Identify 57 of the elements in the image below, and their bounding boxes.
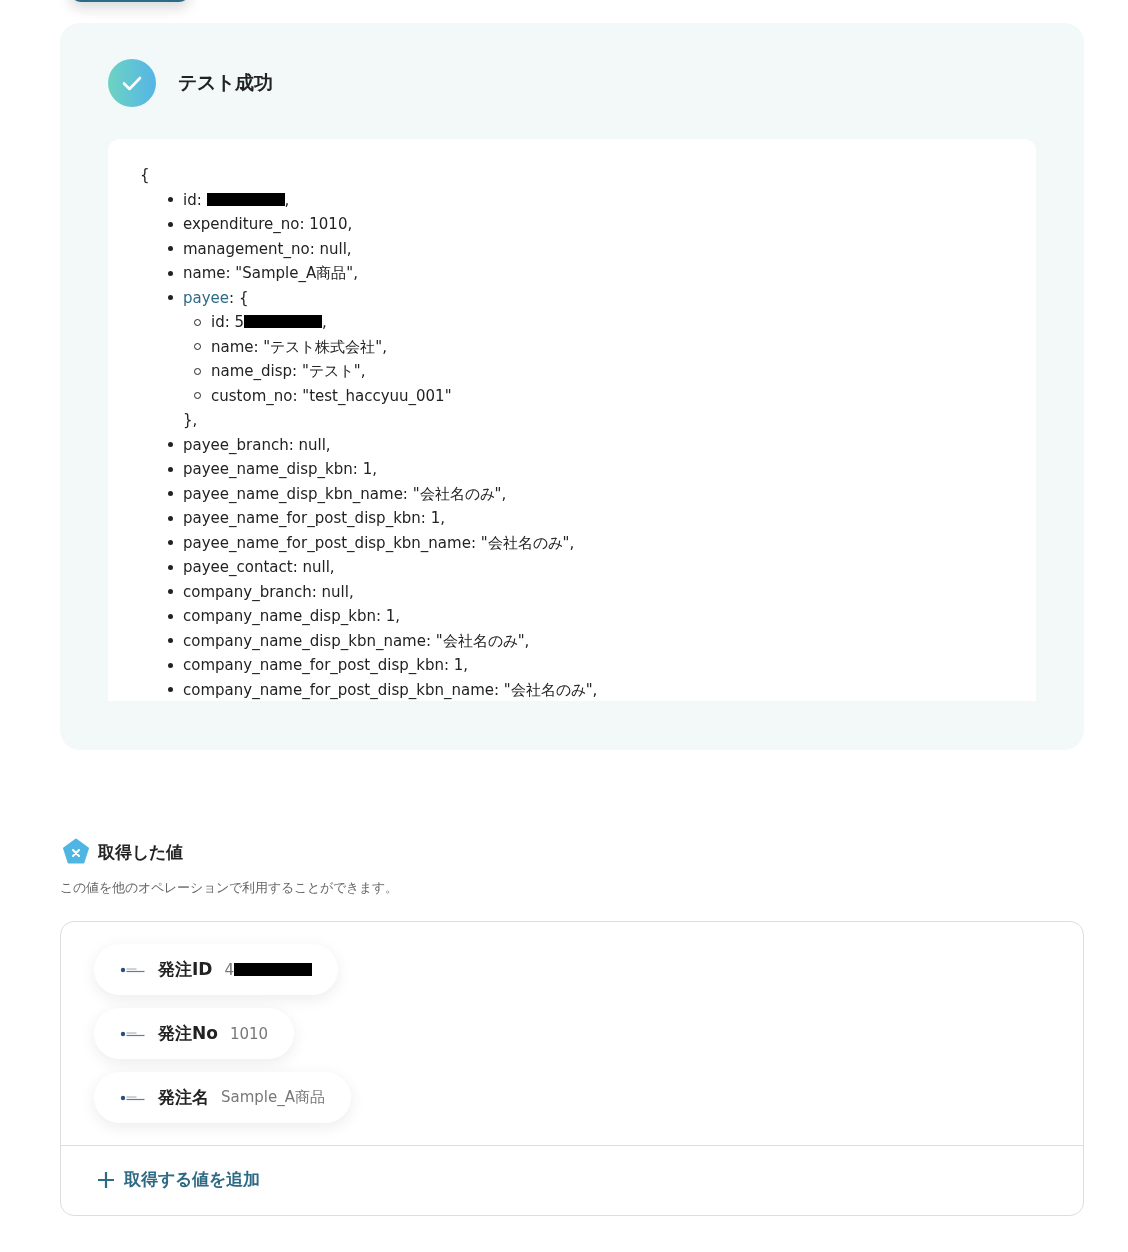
code-line: custom_no: "test_haccyuu_001" xyxy=(211,385,452,407)
value-chip[interactable]: 発注ID 4 xyxy=(94,944,338,995)
bullet-icon xyxy=(168,295,173,301)
bullet-icon xyxy=(168,564,173,570)
code-line: }, xyxy=(182,410,199,431)
bullet-icon xyxy=(168,638,173,644)
code-line: id: , xyxy=(183,189,290,211)
bullet-icon xyxy=(168,613,173,619)
code-line: name: "Sample_A商品", xyxy=(183,263,358,284)
section-title: 取得した値 xyxy=(98,840,183,864)
code-line: name: "テスト株式会社", xyxy=(211,336,387,358)
code-line: company_name_for_post_disp_kbn_name: "会社名のみ", xyxy=(183,679,598,701)
code-line: payee_name_disp_kbn_name: "会社名のみ", xyxy=(183,483,507,505)
chip-label: 発注ID xyxy=(158,958,213,981)
chip-value: 1010 xyxy=(229,1024,269,1043)
chip-value: Sample_A商品 xyxy=(221,1088,325,1107)
bullet-icon xyxy=(168,540,173,546)
code-line: name_disp: "テスト", xyxy=(211,361,366,382)
code-line: company_name_disp_kbn: 1, xyxy=(183,606,401,627)
bullet-icon xyxy=(168,442,173,448)
logo-icon xyxy=(120,965,146,974)
chip-label: 発注No xyxy=(158,1022,218,1045)
code-line: id: 5 , xyxy=(211,312,327,333)
bullet-icon xyxy=(168,589,173,595)
code-line: company_branch: null, xyxy=(183,581,354,603)
code-line: payee: { xyxy=(183,287,249,309)
bullet-icon xyxy=(168,491,173,497)
code-line: payee_branch: null, xyxy=(183,434,331,456)
logo-icon xyxy=(120,1029,146,1038)
check-icon xyxy=(108,59,156,107)
chip-value: 4 xyxy=(224,960,312,979)
bullet-icon xyxy=(168,221,173,227)
code-line: { xyxy=(140,165,151,186)
value-chip[interactable]: 発注名 Sample_A商品 xyxy=(94,1072,351,1123)
logo-icon xyxy=(120,1093,146,1102)
chip-label: 発注名 xyxy=(158,1086,209,1109)
value-chip[interactable]: 発注No 1010 xyxy=(94,1008,295,1059)
code-line: payee_name_disp_kbn: 1, xyxy=(183,459,377,480)
code-line: company_name_disp_kbn_name: "会社名のみ", xyxy=(183,630,530,652)
add-value-link[interactable]: 取得する値を追加 xyxy=(97,1168,260,1191)
bullet-icon xyxy=(168,687,173,693)
code-line: payee_name_for_post_disp_kbn_name: "会社名のみ", xyxy=(183,532,575,554)
pentagon-icon xyxy=(62,838,90,866)
bullet-icon xyxy=(168,466,173,472)
bullet-icon xyxy=(168,197,173,203)
bullet-icon xyxy=(168,515,173,521)
code-line: payee_contact: null, xyxy=(183,557,335,578)
bullet-icon xyxy=(168,662,173,668)
code-line: expenditure_no: 1010, xyxy=(183,214,353,235)
code-line: payee_name_for_post_disp_kbn: 1, xyxy=(183,508,445,529)
card-title: テスト成功 xyxy=(178,70,273,95)
code-line: company_name_for_post_disp_kbn: 1, xyxy=(183,655,469,676)
code-line: management_no: null, xyxy=(183,238,352,260)
plus-icon xyxy=(97,1170,115,1189)
bullet-icon xyxy=(168,246,173,252)
section-description: この値を他のオペレーションで利用することができます。 xyxy=(60,880,399,897)
bullet-icon xyxy=(168,270,173,276)
